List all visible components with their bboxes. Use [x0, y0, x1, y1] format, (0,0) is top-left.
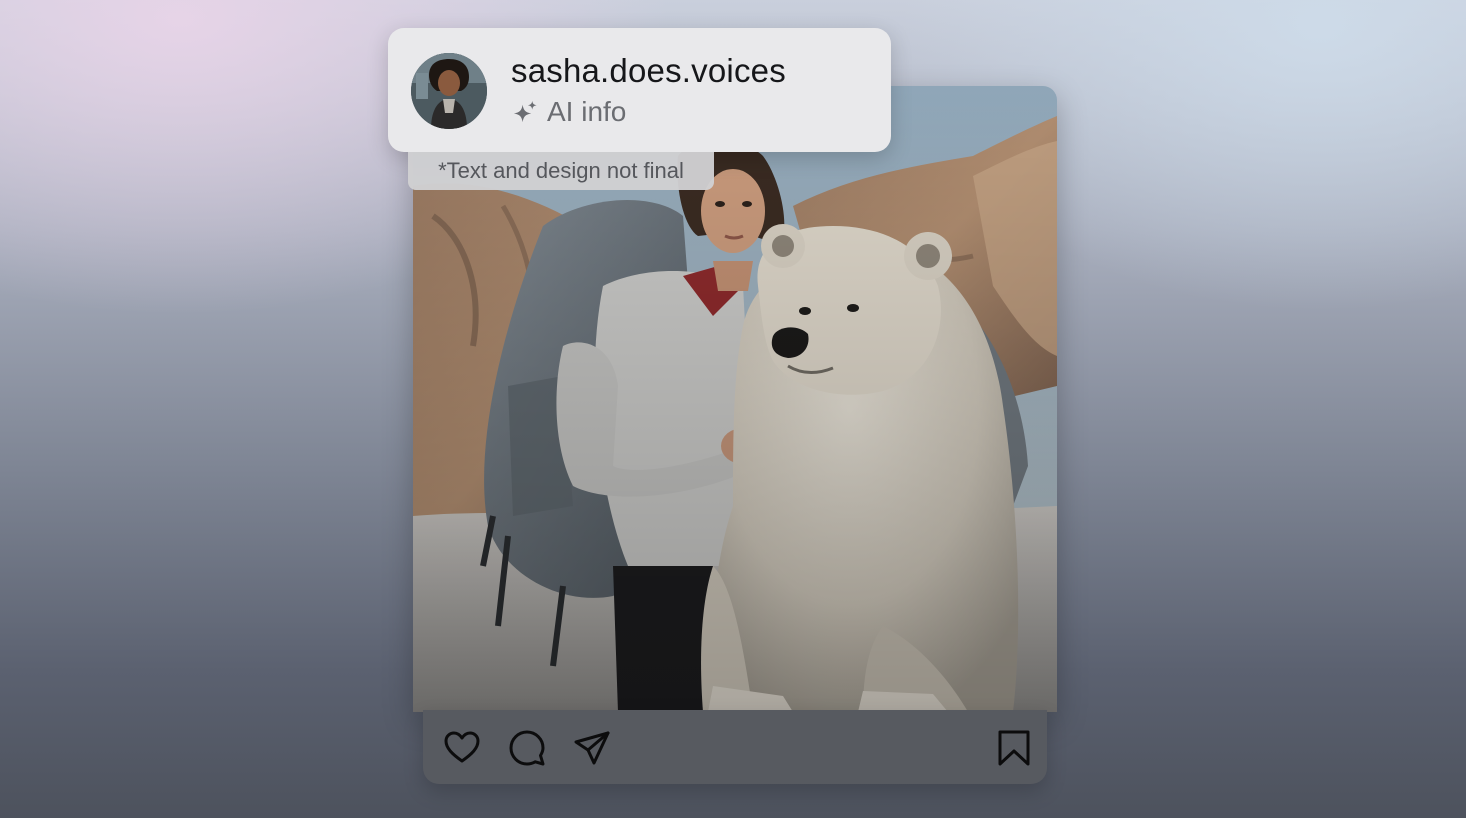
sparkle-icon — [513, 100, 537, 122]
ai-info-label: AI info — [547, 96, 627, 127]
disclaimer-text: *Text and design not final — [408, 152, 714, 190]
comment-bubble-icon — [509, 730, 545, 766]
profile-card: sasha.does.voices AI info — [388, 28, 891, 152]
comment-button[interactable] — [507, 728, 547, 768]
heart-icon — [444, 731, 480, 763]
bookmark-icon — [998, 730, 1030, 766]
avatar[interactable] — [411, 53, 487, 129]
share-button[interactable] — [572, 728, 612, 768]
save-button[interactable] — [994, 728, 1034, 768]
like-button[interactable] — [442, 728, 482, 768]
paper-plane-icon — [574, 731, 610, 765]
post-action-bar — [423, 710, 1047, 784]
username[interactable]: sasha.does.voices — [511, 52, 786, 90]
ai-info-link[interactable]: AI info — [512, 96, 626, 128]
